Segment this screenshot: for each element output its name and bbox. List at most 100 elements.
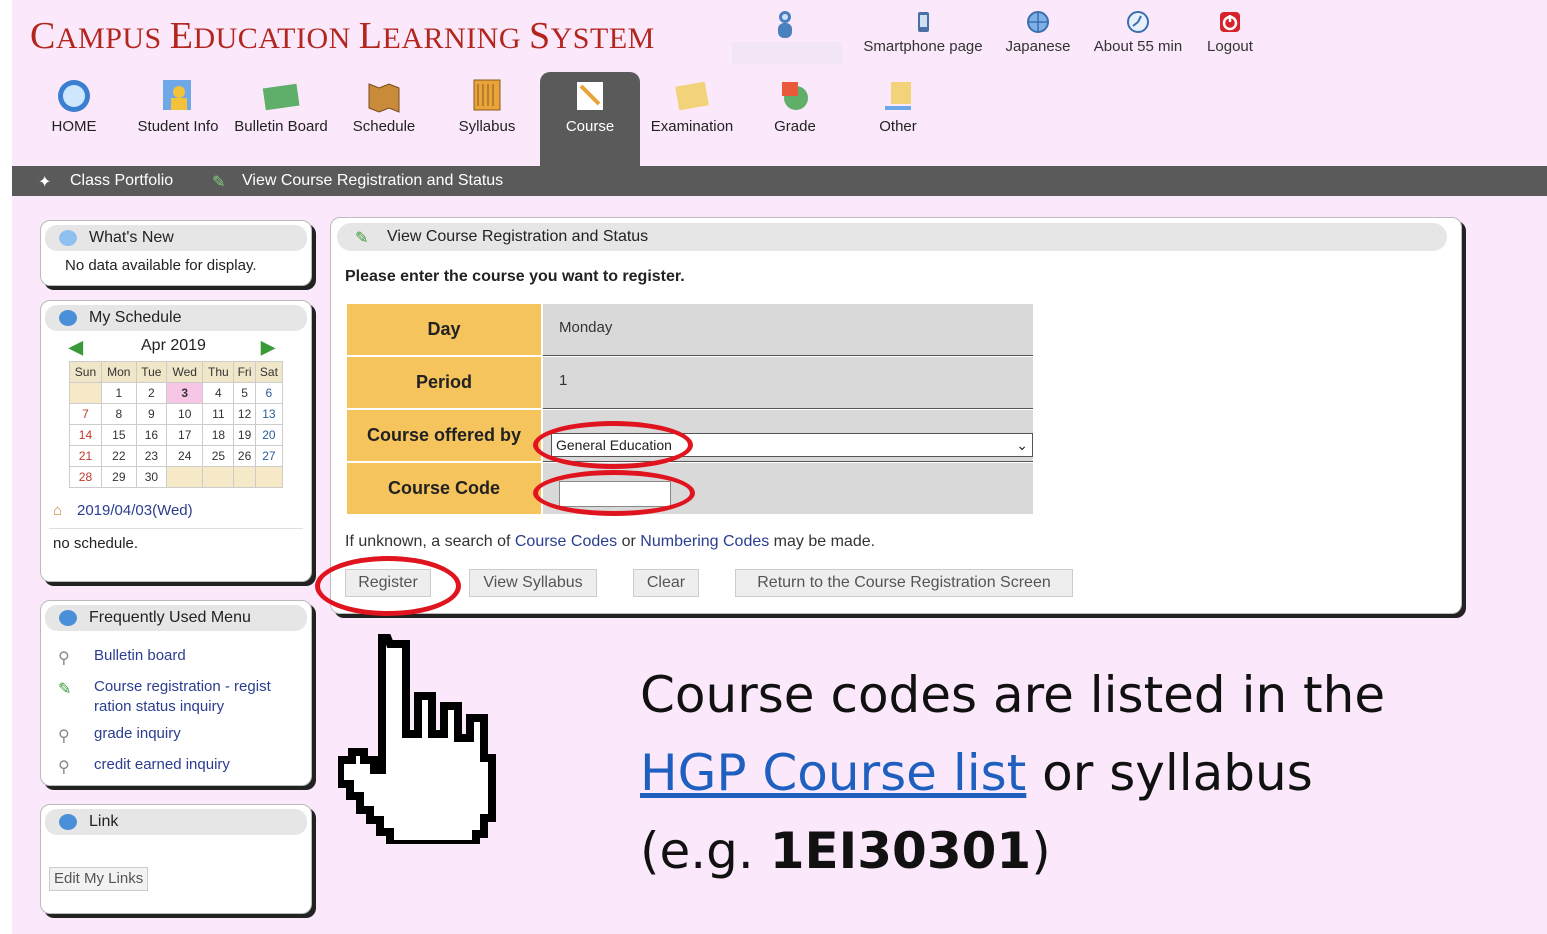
calendar-day[interactable]: 20 xyxy=(254,424,284,446)
calendar-day[interactable]: 21 xyxy=(69,445,102,467)
nav-course[interactable]: Course xyxy=(542,78,638,136)
clear-button[interactable]: Clear xyxy=(633,569,699,597)
schedule-icon xyxy=(368,83,400,113)
calendar-day[interactable]: 25 xyxy=(202,445,235,467)
calendar-day xyxy=(69,382,102,404)
pencil-icon: ✎ xyxy=(58,681,72,698)
schedule-icon: ⌂ xyxy=(53,502,63,519)
calendar-day[interactable]: 4 xyxy=(202,382,235,404)
return-button[interactable]: Return to the Course Registration Screen xyxy=(735,569,1073,597)
link-panel: Link Edit My Links xyxy=(40,804,312,914)
whats-new-text: No data available for display. xyxy=(65,257,257,274)
japanese-link[interactable]: Japanese xyxy=(1002,10,1074,55)
example-course-code: 1EI30301 xyxy=(769,822,1032,880)
info-icon xyxy=(59,310,77,326)
calendar-day[interactable]: 5 xyxy=(233,382,256,404)
nav-syllabus[interactable]: Syllabus xyxy=(439,78,535,136)
calendar-day[interactable]: 11 xyxy=(202,403,235,425)
smartphone-page-link[interactable]: Smartphone page xyxy=(858,10,988,55)
home-icon xyxy=(58,80,90,112)
frequent-menu-header: Frequently Used Menu xyxy=(45,605,307,631)
nav-examination[interactable]: Examination xyxy=(644,78,740,136)
info-icon xyxy=(59,814,77,830)
hand-pointer-icon xyxy=(338,634,496,844)
nav-grade[interactable]: Grade xyxy=(747,78,843,136)
calendar-day[interactable]: 17 xyxy=(166,424,204,446)
link-header: Link xyxy=(45,809,307,835)
magnifier-icon: ⚲ xyxy=(58,650,70,667)
calendar-day[interactable]: 24 xyxy=(166,445,204,467)
breadcrumb-course-registration[interactable]: View Course Registration and Status xyxy=(242,172,503,190)
calendar-month: Apr 2019 xyxy=(141,337,206,354)
calendar-day[interactable]: 28 xyxy=(69,466,102,488)
bulletin-icon xyxy=(262,83,300,111)
calendar-day[interactable]: 15 xyxy=(100,424,137,446)
hgp-course-list-link[interactable]: HGP Course list xyxy=(640,744,1026,802)
nav-bulletin-board[interactable]: Bulletin Board xyxy=(233,78,329,136)
highlight-oval-register xyxy=(315,556,461,616)
info-icon xyxy=(59,610,77,626)
chevron-down-icon: ⌄ xyxy=(1016,437,1028,453)
calendar-day[interactable]: 13 xyxy=(254,403,284,425)
exam-icon xyxy=(675,81,709,111)
calendar-day[interactable]: 12 xyxy=(233,403,256,425)
breadcrumb: ✦ Class Portfolio ✎ View Course Registra… xyxy=(12,166,1547,196)
my-schedule-header: My Schedule xyxy=(45,305,307,331)
clock-icon xyxy=(1127,11,1149,33)
nav-student-info[interactable]: Student Info xyxy=(130,78,226,136)
other-icon xyxy=(885,82,911,110)
caption-text: Course codes are listed in the HGP Cours… xyxy=(640,666,1386,880)
calendar-grid: Sun Mon Tue Wed Thu Fri Sat 1 2 3 4 5 6 … xyxy=(69,361,284,488)
calendar-day[interactable]: 22 xyxy=(100,445,137,467)
calendar-day[interactable]: 9 xyxy=(135,403,168,425)
breadcrumb-class-portfolio[interactable]: Class Portfolio xyxy=(70,172,173,190)
student-icon xyxy=(163,80,191,110)
next-month-arrow-icon[interactable]: ▶ xyxy=(261,337,275,358)
calendar-day[interactable]: 18 xyxy=(202,424,235,446)
instruction-text: Please enter the course you want to regi… xyxy=(345,268,685,285)
edit-my-links-button[interactable]: Edit My Links xyxy=(49,867,149,891)
calendar-day[interactable]: 10 xyxy=(166,403,204,425)
numbering-codes-link[interactable]: Numbering Codes xyxy=(640,533,769,550)
whats-new-panel: What's New No data available for display… xyxy=(40,220,312,286)
calendar-day[interactable]: 2 xyxy=(135,382,168,404)
nav-other[interactable]: Other xyxy=(850,78,946,136)
calendar-day[interactable]: 7 xyxy=(69,403,102,425)
calendar-day[interactable]: 6 xyxy=(254,382,284,404)
calendar-day[interactable]: 29 xyxy=(100,466,137,488)
calendar-day[interactable]: 14 xyxy=(69,424,102,446)
course-icon xyxy=(577,82,603,110)
pencil-icon: ✎ xyxy=(355,230,369,247)
logout-link[interactable]: Logout xyxy=(1200,10,1260,55)
nav-schedule[interactable]: Schedule xyxy=(336,78,432,136)
selected-date-link[interactable]: 2019/04/03(Wed) xyxy=(77,502,193,519)
field-period: Period 1 xyxy=(347,357,1033,409)
calendar-day xyxy=(254,466,284,488)
portfolio-icon: ✦ xyxy=(38,174,52,191)
calendar-day[interactable]: 23 xyxy=(135,445,168,467)
course-registration-panel: ✎ View Course Registration and Status Pl… xyxy=(330,217,1462,614)
smartphone-icon xyxy=(918,12,929,32)
calendar-day[interactable]: 27 xyxy=(254,445,284,467)
magnifier-icon: ⚲ xyxy=(58,759,70,776)
pencil-icon: ✎ xyxy=(212,174,226,191)
grade-icon xyxy=(782,82,808,110)
calendar-day[interactable]: 16 xyxy=(135,424,168,446)
nav-home[interactable]: HOME xyxy=(26,78,122,136)
course-codes-link[interactable]: Course Codes xyxy=(515,533,617,550)
calendar-day[interactable]: 8 xyxy=(100,403,137,425)
app-title: CAMPUS EDUCATION LEARNING SYSTEM xyxy=(30,15,655,57)
power-icon xyxy=(1220,12,1240,32)
highlight-oval-course-offered xyxy=(533,421,693,469)
calendar-day-today[interactable]: 3 xyxy=(166,382,204,404)
calendar-day[interactable]: 1 xyxy=(100,382,137,404)
prev-month-arrow-icon[interactable]: ◀ xyxy=(69,337,83,358)
user-icon xyxy=(778,11,792,38)
view-syllabus-button[interactable]: View Syllabus xyxy=(469,569,597,597)
calendar-day[interactable]: 30 xyxy=(135,466,168,488)
calendar-day[interactable]: 26 xyxy=(233,445,256,467)
whats-new-header: What's New xyxy=(45,225,307,251)
calendar-day[interactable]: 19 xyxy=(233,424,256,446)
calendar-day xyxy=(202,466,235,488)
calendar-day xyxy=(233,466,256,488)
